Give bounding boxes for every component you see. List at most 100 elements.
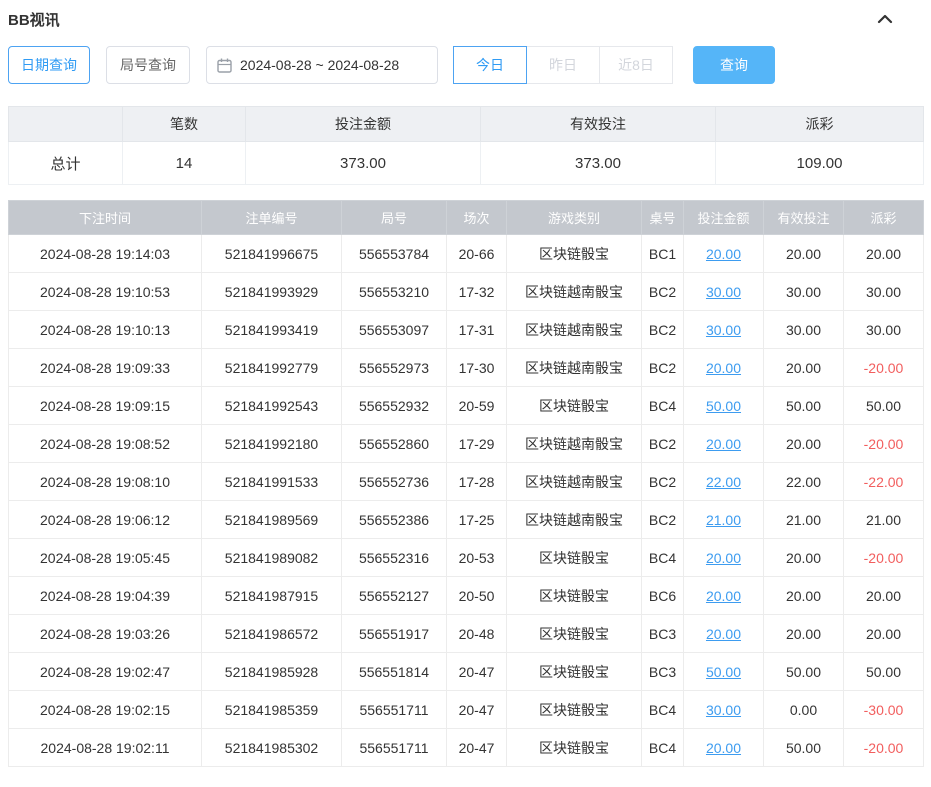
cell-payout: 20.00 bbox=[844, 235, 924, 273]
cell-time: 2024-08-28 19:10:53 bbox=[9, 273, 202, 311]
cell-order_no: 521841985359 bbox=[202, 691, 342, 729]
date-query-button[interactable]: 日期查询 bbox=[8, 46, 90, 84]
column-header-time: 下注时间 bbox=[9, 201, 202, 235]
cell-session: 20-66 bbox=[447, 235, 507, 273]
cell-payout: 30.00 bbox=[844, 273, 924, 311]
cell-game: 区块链骰宝 bbox=[507, 577, 642, 615]
cell-round_no: 556551711 bbox=[342, 729, 447, 767]
bet-amount-link[interactable]: 20.00 bbox=[706, 360, 741, 376]
column-header-valid: 有效投注 bbox=[764, 201, 844, 235]
panel-title: BB视讯 bbox=[8, 9, 60, 30]
cell-valid: 22.00 bbox=[764, 463, 844, 501]
cell-game: 区块链骰宝 bbox=[507, 729, 642, 767]
cell-table_no: BC2 bbox=[642, 463, 684, 501]
cell-round_no: 556552316 bbox=[342, 539, 447, 577]
cell-order_no: 521841996675 bbox=[202, 235, 342, 273]
round-query-button[interactable]: 局号查询 bbox=[106, 46, 190, 84]
bet-amount-link[interactable]: 30.00 bbox=[706, 284, 741, 300]
cell-time: 2024-08-28 19:09:15 bbox=[9, 387, 202, 425]
table-row: 2024-08-28 19:08:10521841991533556552736… bbox=[9, 463, 924, 501]
cell-payout: 30.00 bbox=[844, 311, 924, 349]
cell-time: 2024-08-28 19:02:15 bbox=[9, 691, 202, 729]
bet-amount-link[interactable]: 20.00 bbox=[706, 626, 741, 642]
cell-game: 区块链越南骰宝 bbox=[507, 463, 642, 501]
cell-payout: 50.00 bbox=[844, 387, 924, 425]
cell-table_no: BC4 bbox=[642, 691, 684, 729]
cell-game: 区块链骰宝 bbox=[507, 539, 642, 577]
cell-time: 2024-08-28 19:02:47 bbox=[9, 653, 202, 691]
table-row: 2024-08-28 19:03:26521841986572556551917… bbox=[9, 615, 924, 653]
date-range-value: 2024-08-28 ~ 2024-08-28 bbox=[240, 57, 399, 73]
cell-game: 区块链骰宝 bbox=[507, 235, 642, 273]
summary-total-bet-amount: 373.00 bbox=[246, 142, 481, 185]
summary-table: 笔数 投注金额 有效投注 派彩 总计 14 373.00 373.00 109.… bbox=[8, 106, 924, 185]
cell-round_no: 556552736 bbox=[342, 463, 447, 501]
cell-game: 区块链骰宝 bbox=[507, 615, 642, 653]
bet-amount-link[interactable]: 50.00 bbox=[706, 398, 741, 414]
collapse-button[interactable] bbox=[875, 9, 895, 29]
cell-valid: 30.00 bbox=[764, 311, 844, 349]
bet-amount-link[interactable]: 30.00 bbox=[706, 322, 741, 338]
bet-amount-link[interactable]: 50.00 bbox=[706, 664, 741, 680]
bet-amount-link[interactable]: 30.00 bbox=[706, 702, 741, 718]
summary-header-row: 笔数 投注金额 有效投注 派彩 bbox=[9, 107, 924, 142]
cell-table_no: BC2 bbox=[642, 349, 684, 387]
cell-valid: 21.00 bbox=[764, 501, 844, 539]
bet-amount-link[interactable]: 20.00 bbox=[706, 550, 741, 566]
cell-session: 20-59 bbox=[447, 387, 507, 425]
cell-order_no: 521841991533 bbox=[202, 463, 342, 501]
cell-round_no: 556552973 bbox=[342, 349, 447, 387]
cell-bet: 20.00 bbox=[684, 235, 764, 273]
table-row: 2024-08-28 19:02:47521841985928556551814… bbox=[9, 653, 924, 691]
cell-payout: -20.00 bbox=[844, 349, 924, 387]
cell-session: 20-47 bbox=[447, 691, 507, 729]
calendar-icon bbox=[217, 58, 232, 73]
bets-header-row: 下注时间注单编号局号场次游戏类别桌号投注金额有效投注派彩 bbox=[9, 201, 924, 235]
cell-order_no: 521841993419 bbox=[202, 311, 342, 349]
cell-valid: 20.00 bbox=[764, 235, 844, 273]
bet-amount-link[interactable]: 21.00 bbox=[706, 512, 741, 528]
cell-bet: 30.00 bbox=[684, 691, 764, 729]
bet-amount-link[interactable]: 20.00 bbox=[706, 588, 741, 604]
cell-time: 2024-08-28 19:06:12 bbox=[9, 501, 202, 539]
table-row: 2024-08-28 19:09:15521841992543556552932… bbox=[9, 387, 924, 425]
table-row: 2024-08-28 19:04:39521841987915556552127… bbox=[9, 577, 924, 615]
column-header-order_no: 注单编号 bbox=[202, 201, 342, 235]
bet-amount-link[interactable]: 20.00 bbox=[706, 740, 741, 756]
bet-amount-link[interactable]: 22.00 bbox=[706, 474, 741, 490]
cell-time: 2024-08-28 19:08:10 bbox=[9, 463, 202, 501]
bet-amount-link[interactable]: 20.00 bbox=[706, 246, 741, 262]
summary-total-row: 总计 14 373.00 373.00 109.00 bbox=[9, 142, 924, 185]
summary-header-payout: 派彩 bbox=[716, 107, 924, 142]
cell-bet: 20.00 bbox=[684, 539, 764, 577]
column-header-table_no: 桌号 bbox=[642, 201, 684, 235]
cell-bet: 30.00 bbox=[684, 311, 764, 349]
cell-game: 区块链越南骰宝 bbox=[507, 425, 642, 463]
cell-time: 2024-08-28 19:02:11 bbox=[9, 729, 202, 767]
cell-round_no: 556553210 bbox=[342, 273, 447, 311]
summary-header-bet-amount: 投注金额 bbox=[246, 107, 481, 142]
cell-table_no: BC1 bbox=[642, 235, 684, 273]
cell-session: 20-47 bbox=[447, 729, 507, 767]
bet-amount-link[interactable]: 20.00 bbox=[706, 436, 741, 452]
cell-game: 区块链越南骰宝 bbox=[507, 501, 642, 539]
cell-time: 2024-08-28 19:03:26 bbox=[9, 615, 202, 653]
date-range-picker[interactable]: 2024-08-28 ~ 2024-08-28 bbox=[206, 46, 438, 84]
last-8-days-button[interactable]: 近8日 bbox=[599, 46, 673, 84]
bets-table-body: 2024-08-28 19:14:03521841996675556553784… bbox=[9, 235, 924, 767]
cell-bet: 21.00 bbox=[684, 501, 764, 539]
today-button[interactable]: 今日 bbox=[453, 46, 527, 84]
cell-game: 区块链越南骰宝 bbox=[507, 349, 642, 387]
cell-session: 17-30 bbox=[447, 349, 507, 387]
cell-time: 2024-08-28 19:10:13 bbox=[9, 311, 202, 349]
cell-round_no: 556552860 bbox=[342, 425, 447, 463]
cell-bet: 20.00 bbox=[684, 729, 764, 767]
quick-date-group: 今日 昨日 近8日 bbox=[453, 46, 673, 84]
cell-table_no: BC4 bbox=[642, 729, 684, 767]
filter-bar: 日期查询 局号查询 2024-08-28 ~ 2024-08-28 今日 昨日 … bbox=[8, 46, 923, 84]
cell-bet: 22.00 bbox=[684, 463, 764, 501]
search-button[interactable]: 查询 bbox=[693, 46, 775, 84]
cell-valid: 20.00 bbox=[764, 539, 844, 577]
yesterday-button[interactable]: 昨日 bbox=[526, 46, 600, 84]
cell-game: 区块链骰宝 bbox=[507, 691, 642, 729]
